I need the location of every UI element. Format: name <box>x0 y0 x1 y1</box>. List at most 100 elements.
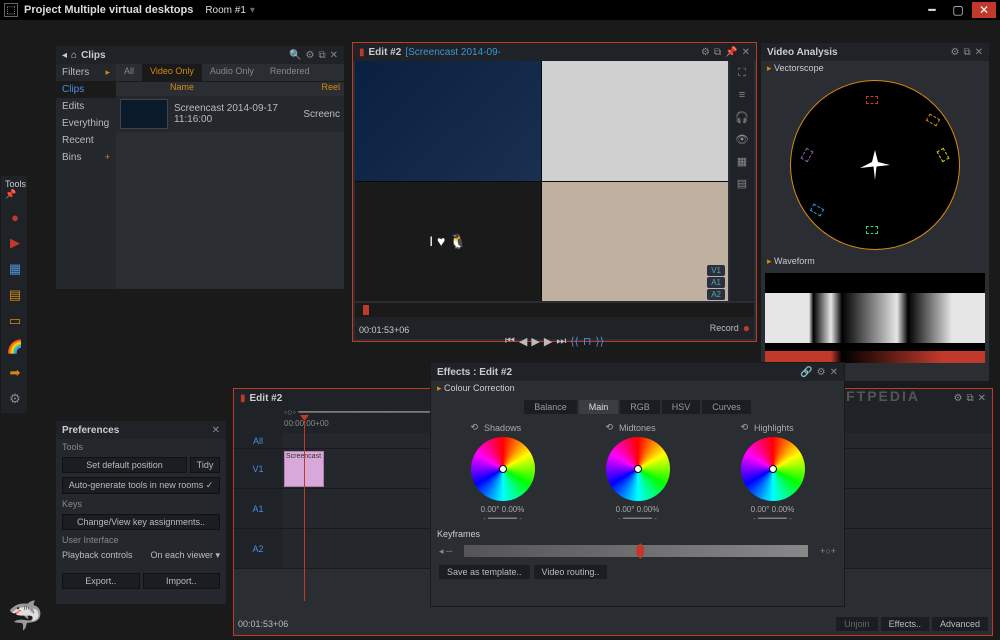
scrub-bar[interactable] <box>355 303 754 317</box>
colour-correction-label[interactable]: Colour Correction <box>444 383 515 393</box>
sidebar-edits[interactable]: Edits <box>56 98 116 115</box>
unjoin-button[interactable]: Unjoin <box>836 617 878 631</box>
change-keys-button[interactable]: Change/View key assignments.. <box>62 514 220 530</box>
pin-icon[interactable]: 📌 <box>725 47 737 58</box>
range-icon[interactable]: ⊓ <box>583 335 592 348</box>
gear-icon[interactable]: ⚙ <box>306 50 315 61</box>
col-name[interactable]: Name <box>170 82 321 96</box>
close-button[interactable]: ✕ <box>972 2 996 18</box>
scrub-marker[interactable] <box>363 305 369 315</box>
goto-start-button[interactable]: ⏮ <box>505 335 515 348</box>
keyframes-bar[interactable] <box>464 545 808 557</box>
auto-generate-checkbox[interactable]: Auto-generate tools in new rooms ✓ <box>62 477 220 494</box>
preview-viewport[interactable]: I ♥ 🐧 <box>355 61 728 301</box>
playback-controls-dropdown[interactable]: On each viewer ▾ <box>150 550 220 561</box>
headphones-icon[interactable]: 🎧 <box>732 107 752 127</box>
tool-settings[interactable]: ⚙ <box>3 387 27 411</box>
close-icon[interactable]: ✕ <box>978 393 986 404</box>
set-default-position-button[interactable]: Set default position <box>62 457 187 473</box>
vectorscope-label[interactable]: Vectorscope <box>774 63 824 73</box>
link-icon[interactable]: 🔗 <box>800 367 812 378</box>
reset-icon[interactable]: ⟲ <box>741 422 749 433</box>
track-a1-label[interactable]: A1 <box>707 277 725 288</box>
track-v1[interactable]: V1 <box>234 449 282 488</box>
tab-balance[interactable]: Balance <box>524 400 577 414</box>
pin-icon[interactable]: 📌 <box>5 189 16 199</box>
eye-icon[interactable]: 👁 <box>732 129 752 149</box>
midtones-wheel[interactable] <box>606 437 670 501</box>
chevron-down-icon[interactable]: ▾ <box>250 5 255 16</box>
sidebar-clips[interactable]: Clips <box>56 81 116 98</box>
tab-video-only[interactable]: Video Only <box>142 64 202 81</box>
kf-prev-icon[interactable]: ◂ ─ <box>439 546 452 557</box>
playhead[interactable] <box>304 421 305 601</box>
track-all[interactable]: All <box>234 433 282 448</box>
mark-in-button[interactable]: ⟨⟨ <box>570 335 579 348</box>
tab-curves[interactable]: Curves <box>702 400 751 414</box>
track-a2-label[interactable]: A2 <box>707 289 725 300</box>
video-routing-button[interactable]: Video routing.. <box>534 565 608 579</box>
gear-icon[interactable]: ⚙ <box>817 367 826 378</box>
tab-main[interactable]: Main <box>579 400 619 414</box>
stack-icon[interactable]: ≡ <box>732 85 752 105</box>
detach-icon[interactable]: ⧉ <box>963 47 970 58</box>
tool-monitor[interactable]: ▭ <box>3 309 27 333</box>
record-button[interactable]: ● <box>743 321 750 335</box>
step-forward-button[interactable]: ▶ <box>544 335 552 348</box>
tool-import[interactable]: ▶ <box>3 231 27 255</box>
reset-icon[interactable]: ⟲ <box>606 422 614 433</box>
save-template-button[interactable]: Save as template.. <box>439 565 530 579</box>
col-reel[interactable]: Reel <box>321 82 340 96</box>
gear-icon[interactable]: ⚙ <box>701 47 710 58</box>
step-back-button[interactable]: ◀ <box>519 335 527 348</box>
detach-icon[interactable]: ⧉ <box>318 50 325 61</box>
room-selector[interactable]: Room #1 <box>205 5 246 16</box>
tab-rgb[interactable]: RGB <box>620 400 660 414</box>
waveform-label[interactable]: Waveform <box>774 256 815 266</box>
sidebar-filters[interactable]: Filters▸ <box>56 64 116 81</box>
gear-icon[interactable]: ⚙ <box>954 393 963 404</box>
tab-hsv[interactable]: HSV <box>662 400 701 414</box>
sidebar-recent[interactable]: Recent <box>56 132 116 149</box>
clip-row[interactable]: Screencast 2014-09-17 11:16:00 Screenc <box>116 96 344 132</box>
maximize-button[interactable]: ▢ <box>946 2 970 18</box>
tool-record[interactable]: ● <box>3 205 27 229</box>
home-icon[interactable]: ⌂ <box>71 50 77 61</box>
kf-add-icon[interactable]: +○+ <box>820 546 836 556</box>
sidebar-everything[interactable]: Everything <box>56 115 116 132</box>
sidebar-bins[interactable]: Bins+ <box>56 149 116 166</box>
grid-icon[interactable]: ▦ <box>732 151 752 171</box>
tidy-button[interactable]: Tidy <box>190 457 220 473</box>
reset-icon[interactable]: ⟲ <box>471 422 479 433</box>
play-button[interactable]: ▶ <box>531 335 539 348</box>
tab-all[interactable]: All <box>116 64 142 81</box>
close-icon[interactable]: ✕ <box>742 47 750 58</box>
search-icon[interactable]: 🔍 <box>289 50 301 61</box>
track-a2[interactable]: A2 <box>234 529 282 568</box>
import-button[interactable]: Import.. <box>143 573 221 589</box>
fullscreen-icon[interactable]: ⛶ <box>732 63 752 83</box>
tool-color[interactable]: 🌈 <box>3 335 27 359</box>
tool-export[interactable]: ➡ <box>3 361 27 385</box>
tool-calendar[interactable]: ▤ <box>3 283 27 307</box>
highlights-wheel[interactable] <box>741 437 805 501</box>
advanced-button[interactable]: Advanced <box>932 617 988 631</box>
tab-rendered[interactable]: Rendered <box>262 64 318 81</box>
goto-end-button[interactable]: ⏭ <box>556 335 566 348</box>
close-icon[interactable]: ✕ <box>830 367 838 378</box>
tool-grid[interactable]: ▦ <box>3 257 27 281</box>
layers-icon[interactable]: ▤ <box>732 173 752 193</box>
track-a1[interactable]: A1 <box>234 489 282 528</box>
minimize-button[interactable]: ━ <box>920 2 944 18</box>
export-button[interactable]: Export.. <box>62 573 140 589</box>
keyframe-marker[interactable] <box>636 543 644 559</box>
detach-icon[interactable]: ⧉ <box>714 47 721 58</box>
mark-out-button[interactable]: ⟩⟩ <box>595 335 604 348</box>
close-icon[interactable]: ✕ <box>975 47 983 58</box>
tab-audio-only[interactable]: Audio Only <box>202 64 262 81</box>
close-icon[interactable]: ✕ <box>212 425 220 436</box>
shadows-wheel[interactable] <box>471 437 535 501</box>
back-icon[interactable]: ◂ <box>62 50 67 61</box>
track-v1-label[interactable]: V1 <box>707 265 725 276</box>
gear-icon[interactable]: ⚙ <box>951 47 960 58</box>
